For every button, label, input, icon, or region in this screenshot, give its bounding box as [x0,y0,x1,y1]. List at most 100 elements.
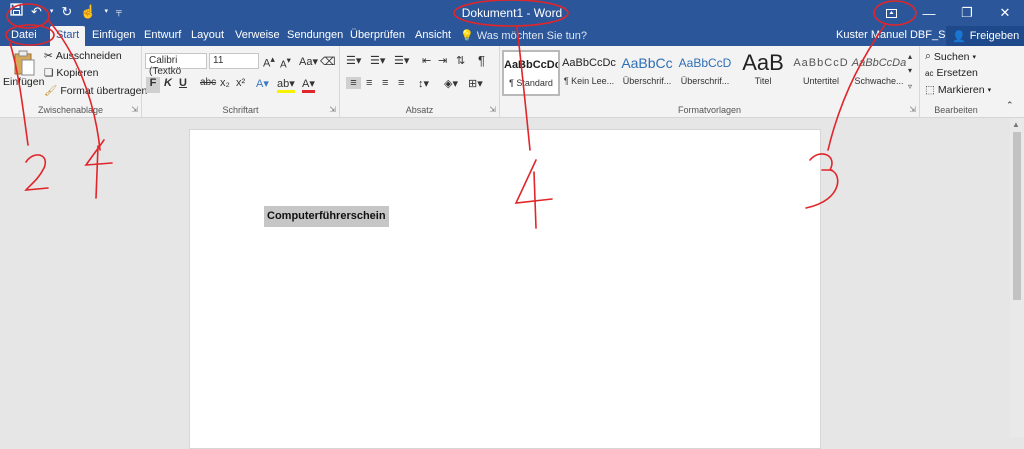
share-button[interactable]: 👤 Freigeben [946,26,1024,46]
numbering-icon[interactable]: ☰▾ [370,54,385,67]
highlight-icon[interactable]: ab▾ [277,77,295,93]
styles-group: AaBbCcDc ¶ Standard AaBbCcDc ¶ Kein Lee.… [500,46,920,118]
tab-ansicht[interactable]: Ansicht [409,26,457,46]
text-effects-icon[interactable]: A▾ [256,77,269,90]
tab-entwurf[interactable]: Entwurf [138,26,187,46]
replace-icon: ac [925,68,934,78]
scroll-up-icon[interactable]: ▲ [1012,120,1020,129]
style-preview: AaB [742,50,784,75]
font-name-field[interactable]: Calibri (Textkö [145,53,207,77]
italic-button[interactable]: K [164,77,172,89]
cut-label: Ausschneiden [55,50,122,62]
copy-label: Kopieren [56,67,99,79]
format-painter-button[interactable]: 🖌 Format übertragen [44,84,147,98]
font-color-icon[interactable]: A▾ [302,77,315,93]
vertical-scrollbar[interactable]: ▲ [1010,118,1024,437]
tab-start[interactable]: Start [50,26,86,46]
font-group-label: Schriftart [222,105,259,115]
borders-icon[interactable]: ⊞▾ [468,77,483,90]
find-button[interactable]: ⌕ Suchen ▾ [925,50,976,63]
style-preview: AaBbCcDc [562,57,616,69]
ribbon-display-options-icon[interactable] [872,0,910,26]
style-preview: AaBbCcDc [504,59,558,71]
subscript-button[interactable]: x₂ [220,77,230,89]
align-right-icon[interactable]: ≡ [382,77,388,89]
copy-button[interactable]: ❏ Kopieren [44,67,98,79]
bullets-icon[interactable]: ☰▾ [346,54,361,67]
document-canvas: Computerführerschein [0,118,1024,449]
style-name: Titel [754,76,772,86]
style-name: Überschrif... [680,76,730,86]
align-center-icon[interactable]: ≡ [366,77,372,89]
show-formatting-icon[interactable]: ¶ [478,53,485,68]
dialog-launcher-icon[interactable]: ⇲ [489,105,496,114]
style-heading-2[interactable]: AaBbCcD Überschrif... [676,50,734,96]
styles-scroll-up-icon[interactable]: ▴ [908,52,912,61]
dialog-launcher-icon[interactable]: ⇲ [909,105,916,114]
tell-me-box[interactable]: 💡 Was möchten Sie tun? [460,29,587,42]
selected-text[interactable]: Computerführerschein [264,206,389,227]
search-icon: ⌕ [925,50,931,62]
paintbrush-icon: 🖌 [44,85,58,97]
styles-scroll-down-icon[interactable]: ▾ [908,66,912,75]
restore-icon[interactable]: ❐ [948,0,986,26]
tab-einfuegen[interactable]: Einfügen [86,26,141,46]
close-icon[interactable]: ✕ [986,0,1024,26]
font-group: Calibri (Textkö 11 A▴ A▾ Aa▾ ⌫ F K U abc… [142,46,340,118]
scrollbar-thumb[interactable] [1013,132,1021,300]
style-standard[interactable]: AaBbCcDc ¶ Standard [502,50,560,96]
increase-indent-icon[interactable]: ⇥ [438,54,447,67]
user-name[interactable]: Kuster Manuel DBF_SUM [836,29,963,41]
change-case-icon[interactable]: Aa▾ [299,55,318,68]
decrease-indent-icon[interactable]: ⇤ [422,54,431,67]
clipboard-icon [14,50,35,76]
styles-more-icon[interactable]: ▿ [908,82,912,91]
shading-icon[interactable]: ◈▾ [444,77,458,90]
underline-button[interactable]: U [179,77,187,89]
style-preview: AaBbCcDa [851,57,907,69]
style-subtitle[interactable]: AaBbCcD Untertitel [792,50,850,96]
tab-sendungen[interactable]: Sendungen [281,26,349,46]
paste-label: Einfügen [3,76,45,88]
grow-font-icon[interactable]: A▴ [263,54,275,70]
person-add-icon: 👤 [952,30,966,43]
document-title: Dokument1 - Word [461,6,563,20]
tab-verweise[interactable]: Verweise [229,26,286,46]
replace-label: Ersetzen [936,67,978,79]
clear-formatting-icon[interactable]: ⌫ [320,55,336,68]
document-page[interactable]: Computerführerschein [189,129,821,449]
tab-datei[interactable]: Datei [5,26,43,46]
paste-button[interactable]: Einfügen [3,50,44,88]
tab-ueberpruefen[interactable]: Überprüfen [344,26,411,46]
superscript-button[interactable]: x² [236,77,245,89]
bold-button[interactable]: F [146,77,160,93]
style-name: Schwache... [854,76,904,86]
strikethrough-button[interactable]: abc [200,77,216,88]
multilevel-list-icon[interactable]: ☰▾ [394,54,409,67]
style-heading-1[interactable]: AaBbCc Überschrif... [618,50,676,96]
style-title[interactable]: AaB Titel [734,50,792,96]
select-button[interactable]: ⬚ Markieren ▾ [925,84,991,96]
align-left-icon[interactable]: ≡ [346,77,361,89]
minimize-icon[interactable]: — [910,0,948,26]
dialog-launcher-icon[interactable]: ⇲ [131,105,138,114]
collapse-ribbon-icon[interactable]: ⌃ [1006,100,1014,111]
title-bar: ↶ ▾ ↻ ☝ ▾ ╤ Dokument1 - Word — ❐ ✕ [0,0,1024,26]
dialog-launcher-icon[interactable]: ⇲ [329,105,336,114]
font-size-field[interactable]: 11 [209,53,259,69]
cut-button[interactable]: ✂ Ausschneiden [44,50,122,62]
justify-icon[interactable]: ≡ [398,77,404,89]
find-label: Suchen [933,50,970,63]
style-subtle-emphasis[interactable]: AaBbCcDa Schwache... [850,50,908,96]
copy-icon: ❏ [44,67,54,79]
style-no-spacing[interactable]: AaBbCcDc ¶ Kein Lee... [560,50,618,96]
sort-icon[interactable]: ⇅ [456,54,465,67]
lightbulb-icon: 💡 [460,30,474,42]
tab-layout[interactable]: Layout [185,26,230,46]
replace-button[interactable]: ac Ersetzen [925,67,978,79]
ribbon-tabs: Datei Start Einfügen Entwurf Layout Verw… [0,26,1024,46]
shrink-font-icon[interactable]: A▾ [280,55,291,70]
ribbon: Einfügen ✂ Ausschneiden ❏ Kopieren 🖌 For… [0,46,1024,118]
select-label: Markieren [937,84,985,96]
line-spacing-icon[interactable]: ↕▾ [418,77,429,90]
